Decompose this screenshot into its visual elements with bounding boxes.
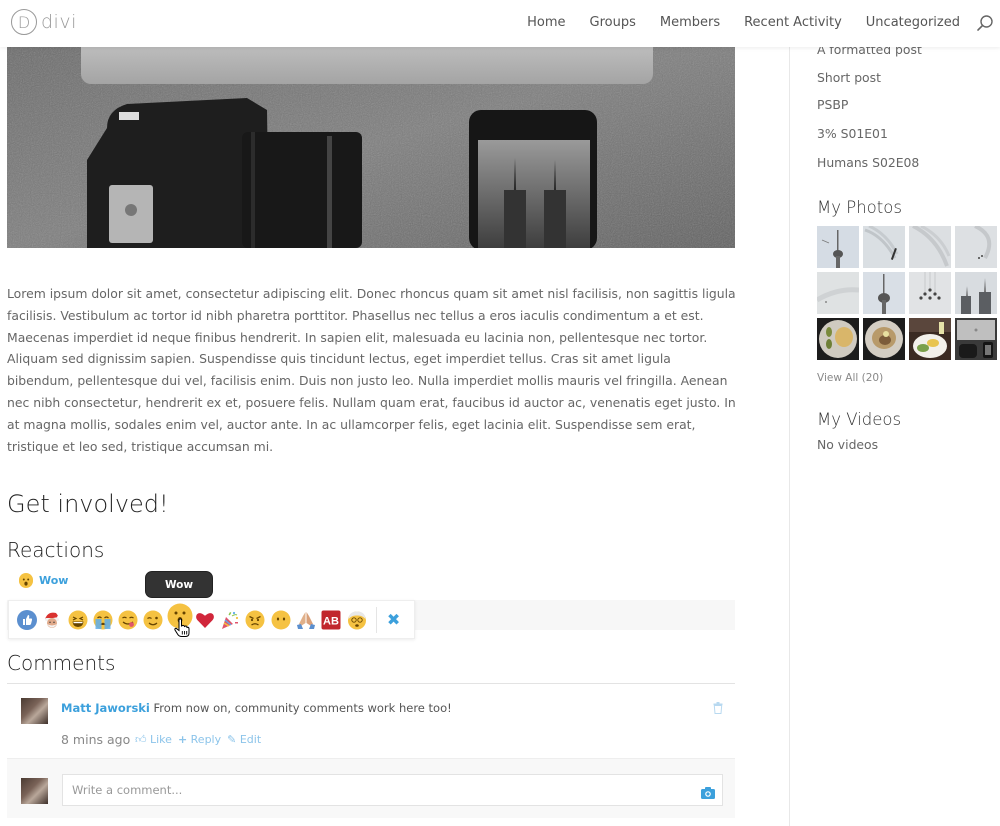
photo-thumbnail[interactable] [817, 272, 859, 314]
search-icon[interactable] [976, 14, 994, 32]
hand-cursor-icon [174, 618, 190, 637]
nav-members[interactable]: Members [660, 15, 720, 30]
photo-thumbnail[interactable] [863, 226, 905, 268]
recent-post-link[interactable]: Short post [817, 70, 881, 85]
photo-thumbnail[interactable] [863, 272, 905, 314]
no-mouth-face-icon[interactable] [271, 610, 291, 630]
photo-thumbnail[interactable] [955, 226, 997, 268]
current-reaction[interactable]: Wow [19, 573, 69, 588]
photo-thumbnail[interactable] [817, 226, 859, 268]
crying-face-icon[interactable] [93, 610, 113, 630]
nav-groups[interactable]: Groups [590, 15, 636, 30]
sidebar-divider [789, 47, 790, 826]
ab-button-icon[interactable]: AB [321, 610, 341, 630]
my-photos-heading: My Photos [817, 198, 902, 217]
photo-thumbnail[interactable] [909, 272, 951, 314]
trash-icon[interactable] [713, 702, 723, 714]
thumbs-up-icon[interactable] [17, 609, 37, 630]
photo-thumbnail[interactable] [955, 318, 997, 360]
laughing-face-icon[interactable] [68, 610, 88, 630]
praying-hands-icon[interactable] [296, 610, 316, 630]
comment-actions: 👍︎ Like + Reply ✎ Edit [135, 733, 261, 746]
comment-author[interactable]: Matt Jaworski [61, 701, 150, 715]
site-logo[interactable]: D divi [11, 9, 77, 35]
reply-label: Reply [190, 733, 222, 746]
camera-icon[interactable] [701, 787, 715, 799]
reply-button[interactable]: + Reply [178, 733, 221, 746]
wow-face-icon [19, 573, 33, 588]
pencil-icon: ✎ [227, 733, 237, 746]
nav-recent-activity[interactable]: Recent Activity [744, 15, 842, 30]
party-popper-icon[interactable] [220, 610, 240, 630]
picker-divider [375, 606, 377, 633]
comment-item: Matt Jaworski From now on, community com… [7, 684, 735, 758]
santa-icon[interactable] [42, 610, 62, 630]
nav-home[interactable]: Home [527, 15, 565, 30]
current-reaction-label: Wow [39, 573, 69, 587]
photo-thumbnail[interactable] [909, 318, 951, 360]
avatar[interactable] [21, 698, 48, 724]
like-button[interactable]: 👍︎ Like [135, 733, 172, 746]
no-videos-text: No videos [817, 437, 879, 452]
like-label: Like [150, 733, 172, 746]
logo-mark: D [11, 9, 37, 35]
reaction-tooltip: Wow [145, 571, 213, 598]
main-nav: Home Groups Members Recent Activity Unca… [503, 15, 960, 30]
photo-thumbnail[interactable] [817, 318, 859, 360]
logo-text: divi [41, 11, 77, 33]
thumbs-up-icon: 👍︎ [135, 733, 147, 746]
heart-icon[interactable] [195, 610, 215, 630]
wow-face-icon[interactable] [167, 603, 193, 637]
view-all-photos-link[interactable]: View All (20) [817, 372, 883, 384]
recent-post-link[interactable]: Humans S02E08 [817, 155, 919, 170]
edit-label: Edit [239, 733, 262, 746]
get-involved-heading: Get involved! [7, 490, 169, 518]
recent-post-link[interactable]: PSBP [817, 97, 848, 112]
angry-face-icon[interactable] [245, 610, 265, 630]
comment-input[interactable] [62, 774, 723, 806]
reaction-picker: AB ✖ [8, 600, 415, 639]
reactions-heading: Reactions [7, 538, 105, 562]
plus-icon: + [177, 733, 188, 746]
yum-face-icon[interactable] [118, 610, 138, 630]
write-comment-box [7, 758, 735, 818]
photo-thumbnail[interactable] [863, 318, 905, 360]
photo-thumbnail[interactable] [955, 272, 997, 314]
svg-text:AB: AB [323, 615, 339, 627]
avatar [21, 778, 48, 804]
recent-post-link[interactable]: 3% S01E01 [817, 126, 888, 141]
comment-meta: Matt Jaworski From now on, community com… [61, 701, 452, 715]
post-hero-image [7, 40, 735, 248]
older-face-icon[interactable] [347, 610, 367, 630]
comment-time: 8 mins ago [61, 732, 131, 747]
site-header: D divi Home Groups Members Recent Activi… [0, 0, 1000, 47]
photo-grid [817, 226, 997, 360]
nav-uncategorized[interactable]: Uncategorized [866, 15, 960, 30]
post-body: Lorem ipsum dolor sit amet, consectetur … [7, 286, 736, 454]
photo-thumbnail[interactable] [909, 226, 951, 268]
wink-face-icon[interactable] [143, 610, 163, 630]
comments-heading: Comments [7, 651, 116, 675]
edit-button[interactable]: ✎ Edit [227, 733, 261, 746]
comment-text: From now on, community comments work her… [153, 701, 452, 715]
my-videos-heading: My Videos [817, 410, 902, 429]
close-picker-icon[interactable]: ✖ [387, 610, 400, 629]
